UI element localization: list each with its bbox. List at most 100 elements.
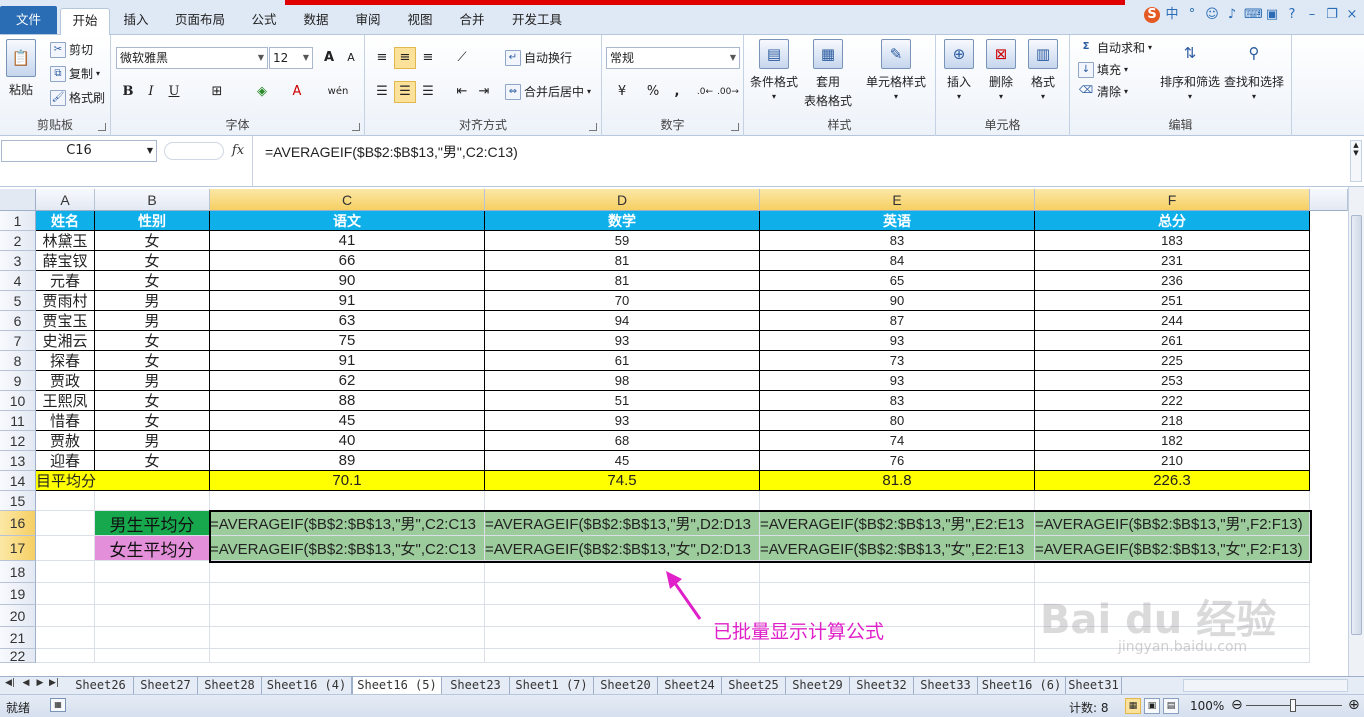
table-cell[interactable]: 探春 <box>36 351 95 371</box>
empty-cell[interactable] <box>36 649 95 663</box>
empty-cell[interactable] <box>760 491 1035 511</box>
table-cell[interactable]: 231 <box>1035 251 1310 271</box>
table-cell[interactable]: 45 <box>210 411 485 431</box>
table-cell[interactable]: 男 <box>95 431 210 451</box>
horizontal-scrollbar[interactable] <box>1183 679 1348 692</box>
table-cell[interactable]: 81 <box>485 251 760 271</box>
page-layout-view-button[interactable]: ▣ <box>1144 698 1160 714</box>
table-cell[interactable]: 80 <box>760 411 1035 431</box>
ime-mode-icon[interactable]: 中 <box>1164 7 1180 23</box>
table-cell[interactable]: 244 <box>1035 311 1310 331</box>
paste-button[interactable]: 📋 粘贴 <box>6 39 36 98</box>
row-header-18[interactable]: 18 <box>0 561 36 583</box>
column-header-f[interactable]: F <box>1035 189 1310 211</box>
formula-bar-expand[interactable]: ▲ ▼ <box>1350 140 1362 182</box>
table-cell[interactable]: 73 <box>760 351 1035 371</box>
table-cell[interactable]: 89 <box>210 451 485 471</box>
copy-button[interactable]: ⧉ 复制 ▾ <box>50 65 100 82</box>
tab-page-layout[interactable]: 页面布局 <box>167 8 233 35</box>
column-header-a[interactable]: A <box>36 189 95 211</box>
empty-cell[interactable] <box>95 561 210 583</box>
row-header-4[interactable]: 4 <box>0 271 36 291</box>
row-header-3[interactable]: 3 <box>0 251 36 271</box>
format-as-table-button[interactable]: ▦ 套用 表格格式 <box>804 39 852 109</box>
bold-button[interactable]: B <box>117 81 139 103</box>
align-left-button[interactable]: ☰ <box>371 81 393 103</box>
table-cell[interactable]: 222 <box>1035 391 1310 411</box>
table-cell[interactable]: 65 <box>760 271 1035 291</box>
sheet-tab[interactable]: Sheet32 <box>850 677 914 694</box>
table-cell[interactable]: 98 <box>485 371 760 391</box>
male-formula-cell[interactable]: =AVERAGEIF($B$2:$B$13,"男",F2:F13) <box>1035 511 1310 536</box>
table-cell[interactable]: 男 <box>95 291 210 311</box>
column-header-c[interactable]: C <box>210 189 485 211</box>
empty-cell[interactable] <box>1035 561 1310 583</box>
prev-sheet-icon[interactable]: ◀ <box>20 678 32 688</box>
empty-cell[interactable] <box>95 649 210 663</box>
table-header-cell[interactable]: 语文 <box>210 211 485 231</box>
table-cell[interactable]: 83 <box>760 391 1035 411</box>
row-header-2[interactable]: 2 <box>0 231 36 251</box>
tab-home[interactable]: 开始 <box>60 8 110 35</box>
empty-cell[interactable] <box>210 649 485 663</box>
delete-cells-button[interactable]: ⊠ 删除 ▾ <box>986 39 1016 101</box>
vertical-scrollbar[interactable] <box>1348 187 1364 676</box>
row-header-10[interactable]: 10 <box>0 391 36 411</box>
empty-cell[interactable] <box>36 561 95 583</box>
table-cell[interactable]: 75 <box>210 331 485 351</box>
table-cell[interactable]: 68 <box>485 431 760 451</box>
table-cell[interactable]: 90 <box>760 291 1035 311</box>
table-cell[interactable]: 81 <box>485 271 760 291</box>
row-header-7[interactable]: 7 <box>0 331 36 351</box>
table-cell[interactable]: 51 <box>485 391 760 411</box>
fill-button[interactable]: ↓ 填充 ▾ <box>1078 61 1128 78</box>
average-value-cell[interactable]: 74.5 <box>485 471 760 491</box>
empty-cell[interactable] <box>1035 491 1310 511</box>
table-cell[interactable]: 91 <box>210 291 485 311</box>
table-cell[interactable]: 61 <box>485 351 760 371</box>
empty-cell[interactable] <box>760 649 1035 663</box>
last-sheet-icon[interactable]: ▶| <box>48 678 60 688</box>
autosum-button[interactable]: Σ 自动求和 ▾ <box>1078 39 1152 56</box>
table-cell[interactable]: 女 <box>95 271 210 291</box>
table-cell[interactable]: 贾宝玉 <box>36 311 95 331</box>
decrease-decimal-button[interactable]: .00→ <box>717 81 739 103</box>
number-format-combo[interactable]: 常规 ▼ <box>606 47 740 69</box>
table-cell[interactable]: 惜春 <box>36 411 95 431</box>
average-value-cell[interactable]: 81.8 <box>760 471 1035 491</box>
sheet-tab[interactable]: Sheet27 <box>134 677 198 694</box>
align-bottom-button[interactable]: ≡ <box>417 47 439 69</box>
empty-cell[interactable] <box>36 627 95 649</box>
empty-cell[interactable] <box>95 583 210 605</box>
table-cell[interactable]: 218 <box>1035 411 1310 431</box>
female-formula-cell[interactable]: =AVERAGEIF($B$2:$B$13,"女",D2:D13 <box>485 536 760 561</box>
empty-cell[interactable] <box>210 561 485 583</box>
table-header-cell[interactable]: 英语 <box>760 211 1035 231</box>
clear-button[interactable]: ⌫ 清除 ▾ <box>1078 83 1128 100</box>
table-cell[interactable]: 93 <box>485 411 760 431</box>
table-cell[interactable]: 236 <box>1035 271 1310 291</box>
help-icon[interactable]: ? <box>1284 7 1300 23</box>
table-cell[interactable]: 男 <box>95 371 210 391</box>
male-average-label[interactable]: 男生平均分 <box>95 511 210 536</box>
table-cell[interactable]: 女 <box>95 231 210 251</box>
table-cell[interactable]: 40 <box>210 431 485 451</box>
row-header-17[interactable]: 17 <box>0 536 36 561</box>
table-cell[interactable]: 91 <box>210 351 485 371</box>
table-cell[interactable]: 84 <box>760 251 1035 271</box>
empty-cell[interactable] <box>36 536 95 561</box>
row-header-15[interactable]: 15 <box>0 491 36 511</box>
normal-view-button[interactable]: ▦ <box>1125 698 1141 714</box>
alignment-dialog-launcher[interactable] <box>589 123 597 131</box>
sheet-tab[interactable]: Sheet1 (7) <box>510 677 594 694</box>
increase-indent-button[interactable]: ⇥ <box>473 81 495 103</box>
mic-icon[interactable]: ♪ <box>1224 7 1240 23</box>
table-header-cell[interactable]: 数学 <box>485 211 760 231</box>
table-header-cell[interactable]: 性别 <box>95 211 210 231</box>
table-cell[interactable]: 87 <box>760 311 1035 331</box>
ime-punct-icon[interactable]: ° <box>1184 7 1200 23</box>
restore-icon[interactable]: ❐ <box>1324 7 1340 23</box>
table-cell[interactable]: 225 <box>1035 351 1310 371</box>
table-cell[interactable]: 62 <box>210 371 485 391</box>
macro-record-icon[interactable]: ▦ <box>50 698 66 712</box>
